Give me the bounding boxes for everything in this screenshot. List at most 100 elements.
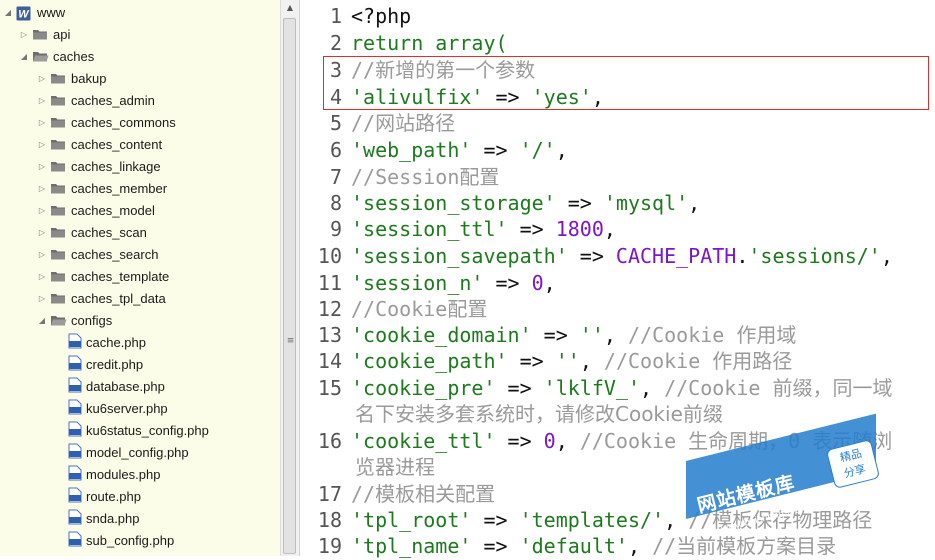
tree-item[interactable]: ▷ caches_template [37,265,169,287]
code-token: => [471,534,520,558]
tree-item-label: sub_config.php [86,532,175,548]
code-token: '/' [519,138,556,162]
php-file-icon [68,443,82,462]
code-line[interactable]: 14 'cookie_path' => '', //Cookie 作用路径 [300,348,792,375]
code-line[interactable]: 13 'cookie_domain' => '', //Cookie 作用域 [300,322,796,349]
code-line[interactable]: 5 //网站路径 [300,110,455,137]
folder-icon [50,270,67,282]
line-number: 1 [329,4,342,28]
php-file-icon [68,531,82,550]
tree-item-label: modules.php [86,466,161,482]
line-number: 14 [317,349,342,373]
php-file-icon [68,399,82,418]
collapse-arrow-icon[interactable]: ▷ [37,272,47,281]
code-line[interactable]: 1 <?php [300,3,411,30]
tree-item-label: caches_member [71,180,168,196]
folder-icon [50,116,67,128]
code-line[interactable]: 8 'session_storage' => 'mysql', [300,190,700,217]
tree-item[interactable]: ◢ Wwww [3,1,65,23]
tree-item[interactable]: ▷ caches_search [37,243,159,265]
expand-arrow-icon[interactable]: ◢ [37,316,47,325]
tree-item-label: caches_template [71,268,170,284]
code-line[interactable]: 12 //Cookie配置 [300,296,487,323]
tree-item[interactable]: ▷ caches_model [37,199,155,221]
tree-item-label: caches_search [71,246,159,262]
tree-item[interactable]: ▷ caches_scan [37,221,147,243]
code-token: , [603,217,616,241]
tree-item-label: caches_tpl_data [71,290,166,306]
tree-item[interactable]: ▷ caches_admin [37,89,155,111]
code-token: , [543,271,556,295]
tree-item[interactable]: ◢ configs [37,309,112,331]
line-content: 'cookie_pre' => 'lklfV_', //Cookie 前缀，同一… [351,375,892,402]
code-line[interactable]: 7 //Session配置 [300,164,499,191]
code-line[interactable]: 6 'web_path' => '/', [300,137,568,164]
collapse-arrow-icon[interactable]: ▷ [37,294,47,303]
scroll-up-arrow-icon[interactable]: ▲ [281,0,299,16]
tree-item[interactable]: cache.php [55,331,146,353]
tree-item[interactable]: snda.php [55,507,140,529]
code-line[interactable]: 10 'session_savepath' => CACHE_PATH.'sess… [300,243,893,270]
code-token: => [507,217,556,241]
tree-item[interactable]: ▷ caches_content [37,133,162,155]
scrollbar-thumb[interactable]: ≡ [283,18,296,554]
line-number: 11 [317,271,342,295]
collapse-arrow-icon[interactable]: ▷ [37,162,47,171]
tree-item[interactable]: model_config.php [55,441,189,463]
line-number: 16 [317,429,342,453]
code-line[interactable]: 15 'cookie_pre' => 'lklfV_', //Cookie 前缀，… [300,375,893,402]
code-token: 'default' [519,534,628,558]
collapse-arrow-icon[interactable]: ▷ [37,140,47,149]
code-line[interactable]: 17 //模板相关配置 [300,481,495,508]
code-line[interactable]: 9 'session_ttl' => 1800, [300,216,616,243]
tree-item[interactable]: modules.php [55,463,160,485]
tree-item[interactable]: ▷ bakup [37,67,107,89]
tree-scrollbar[interactable]: ▲ ≡ [280,0,299,556]
collapse-arrow-icon[interactable]: ▷ [37,228,47,237]
code-token: 'lklfV_' [543,376,640,400]
code-line[interactable]: 11 'session_n' => 0, [300,270,556,297]
collapse-arrow-icon[interactable]: ▷ [37,96,47,105]
tree-item[interactable]: route.php [55,485,141,507]
collapse-arrow-icon[interactable]: ▷ [37,184,47,193]
collapse-arrow-icon[interactable]: ▷ [37,118,47,127]
tree-item-label: configs [71,312,113,328]
code-token: => [471,138,520,162]
code-token: return array( [351,31,508,55]
collapse-arrow-icon[interactable]: ▷ [37,250,47,259]
tree-item[interactable]: ▷ caches_member [37,177,167,199]
tree-item[interactable]: ku6server.php [55,397,168,419]
folder-open-icon [32,50,49,62]
tree-item[interactable]: ▷ caches_linkage [37,155,161,177]
code-token: //Cookie 前缀，同一域 [664,376,893,400]
tree-item[interactable]: database.php [55,375,165,397]
line-content: //Session配置 [351,164,499,191]
line-content: //Cookie配置 [351,296,487,323]
collapse-arrow-icon[interactable]: ▷ [37,74,47,83]
expand-arrow-icon[interactable]: ◢ [3,8,13,17]
tree-item[interactable]: ku6status_config.php [55,419,209,441]
tree-item[interactable]: ▷ api [19,23,70,45]
collapse-arrow-icon[interactable]: ▷ [37,206,47,215]
php-file-icon [68,333,82,352]
collapse-arrow-icon[interactable]: ▷ [19,30,29,39]
line-number: 7 [329,165,342,189]
code-token: => [555,191,604,215]
line-number: 12 [317,297,342,321]
tree-item-label: caches_admin [71,92,155,108]
code-line[interactable]: 2 return array( [300,30,508,57]
tree-item[interactable]: ▷ caches_tpl_data [37,287,166,309]
tree-item[interactable]: credit.php [55,353,143,375]
line-content: 'session_storage' => 'mysql', [351,190,700,217]
tree-item[interactable]: ▷ caches_commons [37,111,176,133]
expand-arrow-icon[interactable]: ◢ [19,52,29,61]
code-token: => [507,349,556,373]
line-number: 8 [329,191,342,215]
tree-item[interactable]: ◢ caches [19,45,94,67]
code-token: , [627,534,653,558]
line-number: 13 [317,323,342,347]
line-number: 6 [329,138,342,162]
tree-item-label: api [53,26,71,42]
line-content: <?php [351,3,411,30]
tree-item[interactable]: sub_config.php [55,529,174,551]
